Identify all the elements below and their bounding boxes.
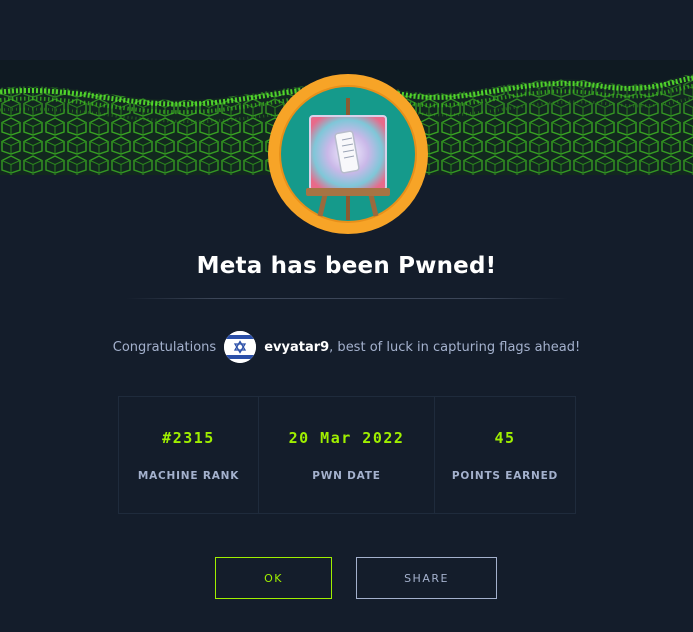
stat-value: 45 [494,429,516,447]
israel-flag-icon [224,331,257,363]
congrats-message: Congratulations evyatar9 , best of luck … [0,330,693,364]
stat-label: POINTS EARNED [451,470,559,482]
title-divider [126,298,568,299]
stat-label: MACHINE RANK [137,470,240,482]
stat-label: PWN DATE [312,470,381,482]
stat-machine-rank: #2315 MACHINE RANK [119,397,258,513]
congrats-prefix: Congratulations [112,339,217,355]
username-link[interactable]: evyatar9 [264,340,329,355]
stat-value: #2315 [162,429,215,447]
stat-value: 20 Mar 2022 [288,429,405,447]
stat-pwn-date: 20 Mar 2022 PWN DATE [258,397,434,513]
share-button[interactable]: SHARE [356,557,497,599]
stats-panel: #2315 MACHINE RANK 20 Mar 2022 PWN DATE … [118,396,576,514]
pwned-title: Meta has been Pwned! [196,253,497,279]
congrats-suffix: , best of luck in capturing flags ahead! [329,339,581,355]
ok-button[interactable]: OK [215,557,332,599]
machine-badge-easel-icon [268,74,428,234]
stat-points-earned: 45 POINTS EARNED [434,397,575,513]
